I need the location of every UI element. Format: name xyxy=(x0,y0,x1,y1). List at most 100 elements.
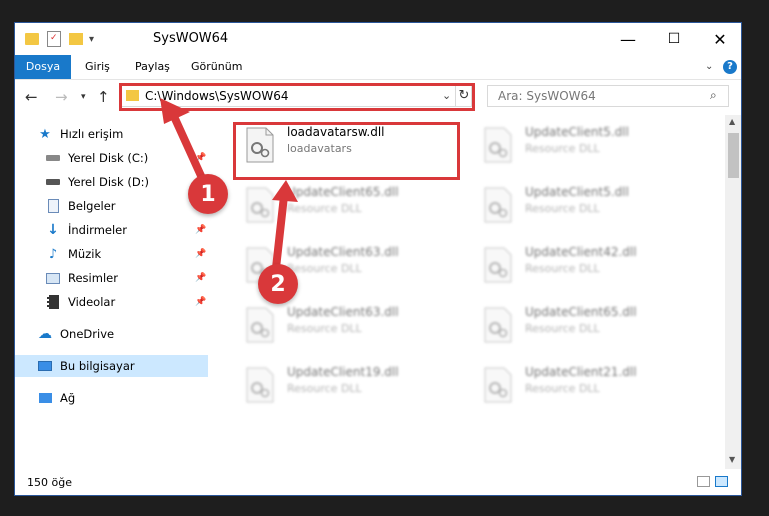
title-bar: ✓ ▾ SysWOW64 — ☐ ✕ xyxy=(15,23,741,55)
download-icon: ↓ xyxy=(47,222,59,238)
sidebar-item-documents[interactable]: Belgeler xyxy=(45,195,116,217)
large-icons-view-icon[interactable] xyxy=(715,476,728,487)
file-name: UpdateClient5.dll xyxy=(525,185,629,199)
callout-1: 1 xyxy=(188,174,228,214)
tab-dosya[interactable]: Dosya xyxy=(15,55,71,79)
sidebar-item-downloads[interactable]: ↓ İndirmeler xyxy=(45,219,127,241)
sidebar-item-onedrive[interactable]: ☁ OneDrive xyxy=(37,323,114,345)
sidebar-item-label: Bu bilgisayar xyxy=(60,359,135,373)
dll-gear-icon xyxy=(483,247,513,283)
sidebar-item-label: OneDrive xyxy=(60,327,115,341)
scroll-down-icon[interactable]: ▼ xyxy=(729,455,735,464)
file-description: Resource DLL xyxy=(525,322,600,335)
sidebar-item-label: Belgeler xyxy=(68,199,116,213)
search-input[interactable]: Ara: SysWOW64 ⌕ xyxy=(487,85,729,107)
quick-access-toolbar: ✓ ▾ xyxy=(25,31,94,47)
dll-gear-icon xyxy=(245,187,275,223)
sidebar-item-label: İndirmeler xyxy=(68,223,127,237)
sidebar-item-label: Resimler xyxy=(68,271,118,285)
recent-locations-icon[interactable]: ▾ xyxy=(81,92,86,102)
navigation-pane: ★ Hızlı erişim Yerel Disk (C:) 📌 Yerel Di… xyxy=(15,115,210,469)
pin-icon: 📌 xyxy=(195,225,207,235)
file-name: UpdateClient42.dll xyxy=(525,245,637,259)
dll-gear-icon xyxy=(245,307,275,343)
folder-icon[interactable] xyxy=(25,33,39,45)
documents-icon xyxy=(45,198,61,214)
file-description: Resource DLL xyxy=(525,382,600,395)
sidebar-item-videos[interactable]: Videolar xyxy=(45,291,115,313)
file-item[interactable]: UpdateClient65.dll Resource DLL xyxy=(475,301,695,353)
file-highlight-box xyxy=(233,122,460,180)
cloud-icon: ☁ xyxy=(38,326,52,342)
file-description: Resource DLL xyxy=(287,202,362,215)
ribbon-expand-icon[interactable]: ⌄ xyxy=(705,61,713,72)
sidebar-item-label: Ağ xyxy=(60,391,76,405)
sidebar-item-label: Yerel Disk (C:) xyxy=(68,151,149,165)
dll-gear-icon xyxy=(483,307,513,343)
sidebar-item-music[interactable]: ♪ Müzik xyxy=(45,243,101,265)
scroll-thumb[interactable] xyxy=(728,133,739,178)
vertical-scrollbar[interactable]: ▲ ▼ xyxy=(725,115,741,469)
pictures-icon xyxy=(45,270,61,286)
file-item[interactable]: UpdateClient19.dll Resource DLL xyxy=(237,361,457,413)
pin-icon: 📌 xyxy=(195,273,207,283)
file-name: UpdateClient65.dll xyxy=(287,185,399,199)
sidebar-item-quick-access[interactable]: ★ Hızlı erişim xyxy=(37,123,123,145)
search-icon: ⌕ xyxy=(710,88,717,102)
sidebar-item-this-pc[interactable]: Bu bilgisayar xyxy=(15,355,208,377)
tab-giris[interactable]: Giriş xyxy=(75,55,120,79)
dll-gear-icon xyxy=(483,127,513,163)
file-item[interactable]: UpdateClient5.dll Resource DLL xyxy=(475,121,695,173)
customize-qa-icon[interactable]: ▾ xyxy=(89,34,94,45)
file-name: UpdateClient21.dll xyxy=(525,365,637,379)
sidebar-item-disk-d[interactable]: Yerel Disk (D:) xyxy=(45,171,149,193)
details-view-icon[interactable] xyxy=(697,476,710,487)
help-button[interactable]: ? xyxy=(723,60,737,74)
file-item[interactable]: UpdateClient42.dll Resource DLL xyxy=(475,241,695,293)
sidebar-item-label: Videolar xyxy=(68,295,116,309)
dll-gear-icon xyxy=(483,367,513,403)
back-arrow-icon[interactable]: ← xyxy=(25,88,38,106)
file-description: Resource DLL xyxy=(287,322,362,335)
pin-icon: 📌 xyxy=(195,153,207,163)
file-name: UpdateClient63.dll xyxy=(287,305,399,319)
file-item[interactable]: UpdateClient21.dll Resource DLL xyxy=(475,361,695,413)
star-icon: ★ xyxy=(39,126,51,142)
sidebar-item-label: Hızlı erişim xyxy=(60,127,124,141)
sidebar-item-label: Müzik xyxy=(68,247,102,261)
file-description: Resource DLL xyxy=(525,262,600,275)
file-name: UpdateClient5.dll xyxy=(525,125,629,139)
video-icon xyxy=(45,294,61,310)
sidebar-item-disk-c[interactable]: Yerel Disk (C:) xyxy=(45,147,148,169)
file-description: Resource DLL xyxy=(287,262,362,275)
drive-icon xyxy=(45,150,61,166)
window-title: SysWOW64 xyxy=(153,31,229,46)
new-folder-icon[interactable] xyxy=(69,33,83,45)
file-name: UpdateClient65.dll xyxy=(525,305,637,319)
close-button[interactable]: ✕ xyxy=(697,23,741,55)
pin-icon: 📌 xyxy=(195,297,207,307)
properties-icon[interactable]: ✓ xyxy=(47,31,61,47)
scroll-up-icon[interactable]: ▲ xyxy=(729,117,735,126)
up-arrow-icon[interactable]: ↑ xyxy=(97,88,110,106)
tab-gorunum[interactable]: Görünüm xyxy=(181,55,252,79)
search-placeholder: Ara: SysWOW64 xyxy=(498,89,596,103)
drive-icon xyxy=(45,174,61,190)
file-name: UpdateClient19.dll xyxy=(287,365,399,379)
file-item[interactable]: UpdateClient5.dll Resource DLL xyxy=(475,181,695,233)
sidebar-item-network[interactable]: Ağ xyxy=(37,387,75,409)
maximize-button[interactable]: ☐ xyxy=(651,23,697,55)
pin-icon: 📌 xyxy=(195,249,207,259)
file-item[interactable]: UpdateClient63.dll Resource DLL xyxy=(237,301,457,353)
sidebar-item-pictures[interactable]: Resimler xyxy=(45,267,118,289)
address-highlight-box xyxy=(119,83,475,111)
dll-gear-icon xyxy=(483,187,513,223)
network-icon xyxy=(37,390,53,406)
tab-paylas[interactable]: Paylaş xyxy=(125,55,180,79)
forward-arrow-icon[interactable]: → xyxy=(55,88,68,106)
file-item[interactable]: UpdateClient65.dll Resource DLL xyxy=(237,181,457,233)
callout-2: 2 xyxy=(258,264,298,304)
file-description: Resource DLL xyxy=(525,202,600,215)
minimize-button[interactable]: — xyxy=(605,23,651,55)
explorer-window: ✓ ▾ SysWOW64 — ☐ ✕ Dosya Giriş Paylaş Gö… xyxy=(14,22,742,496)
